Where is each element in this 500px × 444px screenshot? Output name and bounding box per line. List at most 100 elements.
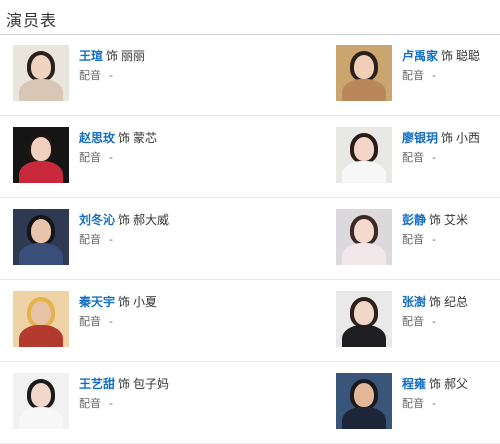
dub-line: 配音 -	[79, 233, 239, 247]
cast-name-line: 彭静饰艾米	[402, 212, 500, 228]
dub-label: 配音	[79, 397, 101, 410]
dub-value: -	[432, 397, 436, 410]
actor-name-link[interactable]: 张澍	[402, 295, 426, 309]
cast-title: 演员表	[6, 11, 58, 30]
actor-photo[interactable]	[13, 291, 69, 347]
dub-value: -	[432, 233, 436, 246]
actor-name-link[interactable]: 刘冬沁	[79, 213, 115, 227]
dub-line: 配音 -	[402, 397, 500, 411]
role-name: 郝父	[444, 377, 469, 391]
cast-name-line: 王瑄饰丽丽	[79, 48, 239, 64]
dub-line: 配音 -	[402, 233, 500, 247]
cast-card[interactable]: 王艺甜饰包子妈 配音 -	[13, 373, 243, 431]
cast-card[interactable]: 赵思玫饰蒙芯 配音 -	[13, 127, 243, 185]
cast-row: 刘冬沁饰郝大威 配音 - 彭静饰艾米 配音 -	[0, 198, 500, 280]
actor-name-link[interactable]: 程雍	[402, 377, 426, 391]
cast-header: 演员表	[0, 0, 500, 35]
dub-line: 配音 -	[79, 69, 239, 83]
dub-value: -	[432, 69, 436, 82]
dub-line: 配音 -	[402, 151, 500, 165]
dub-label: 配音	[402, 69, 424, 82]
cast-card[interactable]: 张澍饰纪总 配音 -	[336, 291, 496, 349]
role-name: 纪总	[444, 295, 469, 309]
cast-info: 赵思玫饰蒙芯 配音 -	[79, 130, 239, 165]
cast-card[interactable]: 程雍饰郝父 配音 -	[336, 373, 496, 431]
dub-label: 配音	[79, 315, 101, 328]
actor-photo[interactable]	[336, 127, 392, 183]
actor-photo[interactable]	[13, 45, 69, 101]
dub-label: 配音	[79, 233, 101, 246]
cast-name-line: 赵思玫饰蒙芯	[79, 130, 239, 146]
actor-photo[interactable]	[336, 209, 392, 265]
dub-line: 配音 -	[402, 315, 500, 329]
as-label: 饰	[118, 131, 131, 145]
as-label: 饰	[118, 377, 131, 391]
cast-info: 程雍饰郝父 配音 -	[402, 376, 500, 411]
actor-name-link[interactable]: 秦天宇	[79, 295, 115, 309]
as-label: 饰	[118, 213, 131, 227]
cast-card[interactable]: 卢禹家饰聪聪 配音 -	[336, 45, 496, 103]
cast-row: 赵思玫饰蒙芯 配音 - 廖银玥饰小西 配音 -	[0, 116, 500, 198]
actor-name-link[interactable]: 彭静	[402, 213, 426, 227]
cast-name-line: 秦天宇饰小夏	[79, 294, 239, 310]
cast-card[interactable]: 廖银玥饰小西 配音 -	[336, 127, 496, 185]
role-name: 聪聪	[456, 49, 481, 63]
role-name: 丽丽	[121, 49, 146, 63]
actor-photo[interactable]	[13, 373, 69, 429]
dub-value: -	[432, 315, 436, 328]
cast-name-line: 刘冬沁饰郝大威	[79, 212, 239, 228]
dub-label: 配音	[79, 69, 101, 82]
cast-info: 彭静饰艾米 配音 -	[402, 212, 500, 247]
cast-card[interactable]: 刘冬沁饰郝大威 配音 -	[13, 209, 243, 267]
role-name: 蒙芯	[133, 131, 158, 145]
cast-info: 王艺甜饰包子妈 配音 -	[79, 376, 239, 411]
dub-value: -	[432, 151, 436, 164]
actor-photo[interactable]	[336, 45, 392, 101]
as-label: 饰	[118, 295, 131, 309]
dub-value: -	[109, 397, 113, 410]
cast-name-line: 廖银玥饰小西	[402, 130, 500, 146]
actor-photo[interactable]	[336, 291, 392, 347]
cast-grid: 王瑄饰丽丽 配音 - 卢禹家饰聪聪 配音 - 赵思玫 饰 蒙芯 配音 - 廖银玥…	[0, 34, 500, 444]
dub-value: -	[109, 151, 113, 164]
cast-info: 卢禹家饰聪聪 配音 -	[402, 48, 500, 83]
role-name: 包子妈	[133, 377, 170, 391]
cast-info: 秦天宇饰小夏 配音 -	[79, 294, 239, 329]
dub-label: 配音	[402, 151, 424, 164]
actor-photo[interactable]	[13, 209, 69, 265]
dub-label: 配音	[79, 151, 101, 164]
as-label: 饰	[106, 49, 119, 63]
as-label: 饰	[429, 295, 442, 309]
actor-name-link[interactable]: 赵思玫	[79, 131, 115, 145]
actor-name-link[interactable]: 卢禹家	[402, 49, 438, 63]
actor-name-link[interactable]: 王艺甜	[79, 377, 115, 391]
cast-name-line: 王艺甜饰包子妈	[79, 376, 239, 392]
as-label: 饰	[429, 377, 442, 391]
actor-photo[interactable]	[13, 127, 69, 183]
dub-line: 配音 -	[402, 69, 500, 83]
role-name: 艾米	[444, 213, 469, 227]
dub-value: -	[109, 315, 113, 328]
cast-name-line: 卢禹家饰聪聪	[402, 48, 500, 64]
cast-info: 王瑄饰丽丽 配音 -	[79, 48, 239, 83]
dub-line: 配音 -	[79, 151, 239, 165]
role-name: 郝大威	[133, 213, 170, 227]
role-name: 小夏	[133, 295, 158, 309]
actor-photo[interactable]	[336, 373, 392, 429]
actor-name-link[interactable]: 廖银玥	[402, 131, 438, 145]
as-label: 饰	[429, 213, 442, 227]
cast-row: 王艺甜饰包子妈 配音 - 程雍饰郝父 配音 -	[0, 362, 500, 444]
cast-row: 王瑄饰丽丽 配音 - 卢禹家饰聪聪 配音 -	[0, 34, 500, 116]
cast-row: 秦天宇饰小夏 配音 - 张澍饰纪总 配音 -	[0, 280, 500, 362]
cast-card[interactable]: 彭静饰艾米 配音 -	[336, 209, 496, 267]
dub-line: 配音 -	[79, 397, 239, 411]
dub-label: 配音	[402, 315, 424, 328]
dub-label: 配音	[402, 233, 424, 246]
cast-info: 刘冬沁饰郝大威 配音 -	[79, 212, 239, 247]
actor-name-link[interactable]: 王瑄	[79, 49, 103, 63]
dub-line: 配音 -	[79, 315, 239, 329]
dub-value: -	[109, 69, 113, 82]
cast-card[interactable]: 王瑄饰丽丽 配音 -	[13, 45, 243, 103]
cast-card[interactable]: 秦天宇饰小夏 配音 -	[13, 291, 243, 349]
cast-info: 廖银玥饰小西 配音 -	[402, 130, 500, 165]
